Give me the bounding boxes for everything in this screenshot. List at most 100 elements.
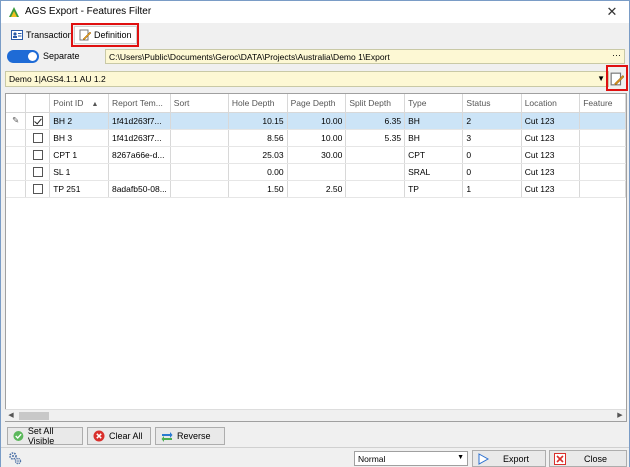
row-edit-indicator: ✎: [6, 112, 27, 130]
cell-split-depth[interactable]: [345, 180, 406, 198]
cell-type[interactable]: CPT: [404, 146, 464, 164]
reverse-button[interactable]: Reverse: [155, 427, 225, 445]
column-header-split-depth[interactable]: Split Depth: [345, 94, 406, 113]
cell-status[interactable]: 0: [462, 146, 522, 164]
column-header-type[interactable]: Type: [404, 94, 464, 113]
cell-split-depth[interactable]: 5.35: [345, 129, 406, 147]
cell-hole-depth[interactable]: 25.03: [228, 146, 288, 164]
browse-path-button[interactable]: ···: [612, 50, 621, 60]
column-header-page-depth[interactable]: Page Depth: [287, 94, 347, 113]
cell-point-id[interactable]: CPT 1: [49, 146, 109, 164]
window-title: AGS Export - Features Filter: [25, 6, 152, 17]
cell-sort[interactable]: [170, 129, 229, 147]
cell-feature[interactable]: [579, 180, 626, 198]
chevron-down-icon: ▼: [597, 74, 605, 83]
row-checkbox-cell: [25, 112, 51, 130]
close-window-icon[interactable]: ✕: [603, 3, 621, 21]
row-visible-checkbox[interactable]: [32, 183, 43, 194]
cell-report-tem[interactable]: 8267a66e-d...: [108, 146, 171, 164]
table-row[interactable]: ✎ BH 2 1f41d263f7... 10.15 10.00 6.35 BH 2 Cut 1…: [6, 112, 626, 130]
separate-label: Separate: [43, 51, 80, 61]
cell-feature[interactable]: [579, 129, 626, 147]
cell-location[interactable]: Cut 123: [521, 163, 581, 181]
table-row[interactable]: CPT 1 8267a66e-d... 25.03 30.00 CPT 0 Cut 123: [6, 146, 626, 164]
cell-hole-depth[interactable]: 8.56: [228, 129, 288, 147]
cell-status[interactable]: 1: [462, 180, 522, 198]
cell-report-tem[interactable]: [108, 163, 171, 181]
export-button[interactable]: Export: [472, 450, 546, 467]
cell-location[interactable]: Cut 123: [521, 180, 581, 198]
export-path-field[interactable]: C:\Users\Public\Documents\Geroc\DATA\Pro…: [105, 49, 625, 64]
set-all-visible-button[interactable]: Set All Visible: [7, 426, 83, 446]
column-header-sort[interactable]: Sort: [170, 94, 229, 113]
separate-toggle[interactable]: [7, 50, 39, 63]
cell-page-depth[interactable]: 10.00: [287, 112, 347, 130]
separate-row: Separate C:\Users\Public\Documents\Geroc…: [7, 49, 625, 65]
scroll-right-icon[interactable]: ▶: [614, 410, 626, 422]
cell-location[interactable]: Cut 123: [521, 129, 581, 147]
cell-page-depth[interactable]: 30.00: [287, 146, 347, 164]
cell-feature[interactable]: [579, 112, 626, 130]
cell-report-tem[interactable]: 1f41d263f7...: [108, 112, 171, 130]
cell-type[interactable]: TP: [404, 180, 464, 198]
column-header-location[interactable]: Location: [521, 94, 581, 113]
cell-location[interactable]: Cut 123: [521, 146, 581, 164]
cell-split-depth[interactable]: 6.35: [345, 112, 406, 130]
mode-select[interactable]: Normal ▼: [354, 451, 468, 466]
settings-gears-icon[interactable]: [8, 451, 22, 465]
row-indicator: [6, 180, 27, 198]
close-label: Close: [584, 453, 608, 464]
cell-split-depth[interactable]: [345, 146, 406, 164]
cell-hole-depth[interactable]: 0.00: [228, 163, 288, 181]
cell-status[interactable]: 2: [462, 112, 522, 130]
features-table: Point ID ▲ Report Tem... Sort Hole Depth …: [6, 94, 626, 198]
cell-status[interactable]: 0: [462, 163, 522, 181]
row-visible-checkbox[interactable]: [32, 132, 43, 143]
cell-sort[interactable]: [170, 112, 229, 130]
definition-select[interactable]: Demo 1|AGS4.1.1 AU 1.2 ▼: [5, 71, 609, 87]
cell-point-id[interactable]: BH 2: [49, 112, 109, 130]
cell-point-id[interactable]: BH 3: [49, 129, 109, 147]
cell-hole-depth[interactable]: 10.15: [228, 112, 288, 130]
cell-report-tem[interactable]: 8adafb50-08...: [108, 180, 171, 198]
cell-feature[interactable]: [579, 163, 626, 181]
grid-header-row: Point ID ▲ Report Tem... Sort Hole Depth …: [6, 94, 626, 113]
column-header-report-template[interactable]: Report Tem...: [108, 94, 171, 113]
scrollbar-thumb[interactable]: [19, 412, 49, 420]
cell-type[interactable]: BH: [404, 129, 464, 147]
row-visible-checkbox[interactable]: [32, 166, 43, 177]
table-row[interactable]: BH 3 1f41d263f7... 8.56 10.00 5.35 BH 3 Cut 123: [6, 129, 626, 147]
cell-type[interactable]: SRAL: [404, 163, 464, 181]
row-visible-checkbox[interactable]: [32, 115, 43, 126]
id-card-icon: [11, 30, 23, 40]
column-header-feature[interactable]: Feature: [579, 94, 626, 113]
cell-split-depth[interactable]: [345, 163, 406, 181]
cell-page-depth[interactable]: 10.00: [287, 129, 347, 147]
close-button[interactable]: Close: [549, 450, 627, 467]
cell-type[interactable]: BH: [404, 112, 464, 130]
table-row[interactable]: SL 1 0.00 SRAL 0 Cut 123: [6, 163, 626, 181]
column-header-hole-depth[interactable]: Hole Depth: [228, 94, 288, 113]
cell-location[interactable]: Cut 123: [521, 112, 581, 130]
cell-feature[interactable]: [579, 146, 626, 164]
cell-point-id[interactable]: SL 1: [49, 163, 109, 181]
column-header-status[interactable]: Status: [462, 94, 522, 113]
column-header-point-id[interactable]: Point ID ▲: [49, 94, 109, 113]
cell-sort[interactable]: [170, 146, 229, 164]
cell-page-depth[interactable]: 2.50: [287, 180, 347, 198]
tab-transaction[interactable]: Transaction: [7, 26, 77, 44]
definition-row: Demo 1|AGS4.1.1 AU 1.2 ▼: [1, 69, 629, 89]
cell-status[interactable]: 3: [462, 129, 522, 147]
sort-ascending-icon: ▲: [91, 100, 99, 108]
table-row[interactable]: TP 251 8adafb50-08... 1.50 2.50 TP 1 Cut 123: [6, 180, 626, 198]
clear-all-button[interactable]: Clear All: [87, 427, 151, 445]
cell-hole-depth[interactable]: 1.50: [228, 180, 288, 198]
cell-sort[interactable]: [170, 163, 229, 181]
scroll-left-icon[interactable]: ◀: [5, 410, 17, 422]
cell-sort[interactable]: [170, 180, 229, 198]
cell-report-tem[interactable]: 1f41d263f7...: [108, 129, 171, 147]
cell-page-depth[interactable]: [287, 163, 347, 181]
cell-point-id[interactable]: TP 251: [49, 180, 109, 198]
horizontal-scrollbar[interactable]: ◀ ▶: [5, 409, 626, 421]
row-visible-checkbox[interactable]: [32, 149, 43, 160]
